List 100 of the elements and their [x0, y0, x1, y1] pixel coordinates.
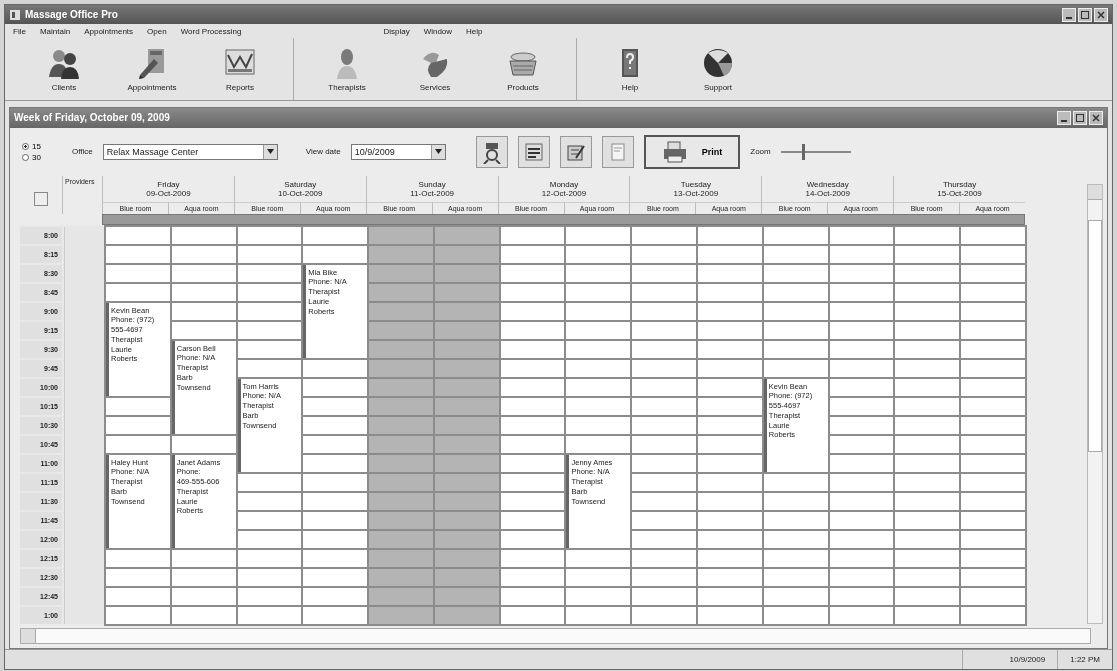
time-slot[interactable] — [303, 568, 368, 586]
time-slot[interactable] — [895, 340, 960, 358]
time-slot[interactable] — [698, 435, 762, 453]
time-slot[interactable] — [698, 473, 762, 491]
toolbar-button[interactable]: Clients — [29, 37, 99, 100]
time-slot[interactable] — [698, 302, 762, 320]
time-slot[interactable] — [829, 606, 894, 624]
toolbar-button[interactable]: Reports — [205, 37, 275, 100]
time-slot[interactable] — [106, 568, 170, 586]
time-slot[interactable] — [632, 530, 697, 548]
time-slot[interactable] — [237, 245, 302, 263]
time-slot[interactable] — [895, 568, 960, 586]
time-slot[interactable] — [566, 397, 631, 415]
time-slot[interactable] — [566, 587, 631, 605]
time-slot[interactable] — [237, 492, 302, 510]
time-slot[interactable] — [961, 606, 1025, 624]
time-slot[interactable] — [237, 283, 302, 301]
interval-radio[interactable]: 30 — [22, 152, 62, 162]
time-slot[interactable] — [829, 378, 894, 396]
time-slot[interactable] — [961, 359, 1025, 377]
time-slot[interactable] — [829, 511, 894, 529]
time-slot[interactable] — [961, 568, 1025, 586]
time-slot[interactable] — [237, 549, 302, 567]
time-slot[interactable] — [171, 283, 236, 301]
time-slot[interactable] — [632, 321, 697, 339]
time-slot[interactable] — [829, 568, 894, 586]
time-slot[interactable] — [763, 530, 828, 548]
time-slot[interactable] — [829, 587, 894, 605]
time-slot[interactable] — [237, 302, 302, 320]
time-slot[interactable] — [632, 568, 697, 586]
time-slot[interactable] — [698, 530, 762, 548]
time-slot[interactable] — [961, 530, 1025, 548]
time-slot[interactable] — [566, 264, 631, 282]
time-slot[interactable] — [895, 378, 960, 396]
menu-item[interactable]: Display — [381, 26, 412, 36]
time-slot[interactable] — [500, 302, 565, 320]
time-slot[interactable] — [763, 283, 828, 301]
time-slot[interactable] — [829, 321, 894, 339]
time-slot[interactable] — [961, 587, 1025, 605]
minimize-button[interactable] — [1057, 110, 1071, 125]
menu-item[interactable]: Word Processing — [178, 26, 244, 36]
time-slot[interactable] — [895, 245, 960, 263]
time-slot[interactable] — [961, 454, 1025, 472]
time-slot[interactable] — [303, 587, 368, 605]
time-slot[interactable] — [763, 511, 828, 529]
time-slot[interactable] — [303, 549, 368, 567]
time-slot[interactable] — [566, 321, 631, 339]
time-slot[interactable] — [500, 492, 565, 510]
sort-button[interactable] — [34, 191, 48, 206]
time-slot[interactable] — [961, 283, 1025, 301]
time-slot[interactable] — [829, 530, 894, 548]
time-slot[interactable] — [961, 492, 1025, 510]
time-slot[interactable] — [698, 397, 762, 415]
time-slot[interactable] — [171, 226, 236, 244]
time-slot[interactable] — [632, 416, 697, 434]
time-slot[interactable] — [698, 549, 762, 567]
time-slot[interactable] — [961, 321, 1025, 339]
time-slot[interactable] — [632, 283, 697, 301]
time-slot[interactable] — [500, 473, 565, 491]
time-slot[interactable] — [500, 226, 565, 244]
close-button[interactable] — [1089, 110, 1103, 125]
time-slot[interactable] — [698, 416, 762, 434]
time-slot[interactable] — [500, 397, 565, 415]
time-slot[interactable] — [895, 587, 960, 605]
time-slot[interactable] — [632, 264, 697, 282]
time-slot[interactable] — [237, 530, 302, 548]
time-slot[interactable] — [698, 587, 762, 605]
time-slot[interactable] — [763, 549, 828, 567]
time-slot[interactable] — [632, 549, 697, 567]
time-slot[interactable] — [632, 397, 697, 415]
time-slot[interactable] — [895, 264, 960, 282]
time-slot[interactable] — [895, 473, 960, 491]
time-slot[interactable] — [698, 378, 762, 396]
time-slot[interactable] — [698, 454, 762, 472]
time-slot[interactable] — [632, 378, 697, 396]
time-slot[interactable] — [500, 530, 565, 548]
time-slot[interactable] — [829, 454, 894, 472]
menu-item[interactable]: Appointments — [82, 26, 136, 36]
time-slot[interactable] — [698, 340, 762, 358]
time-slot[interactable] — [961, 340, 1025, 358]
minimize-button[interactable] — [1062, 7, 1076, 22]
menu-item[interactable]: Open — [145, 26, 169, 36]
time-slot[interactable] — [829, 359, 894, 377]
time-slot[interactable] — [698, 359, 762, 377]
maximize-button[interactable] — [1078, 7, 1092, 22]
time-slot[interactable] — [500, 264, 565, 282]
time-slot[interactable] — [961, 416, 1025, 434]
time-slot[interactable] — [829, 549, 894, 567]
time-slot[interactable] — [763, 321, 828, 339]
time-slot[interactable] — [829, 302, 894, 320]
time-slot[interactable] — [895, 435, 960, 453]
time-slot[interactable] — [961, 264, 1025, 282]
time-slot[interactable] — [106, 245, 170, 263]
time-slot[interactable] — [961, 397, 1025, 415]
time-slot[interactable] — [303, 397, 368, 415]
time-slot[interactable] — [961, 378, 1025, 396]
time-slot[interactable] — [303, 245, 368, 263]
time-slot[interactable] — [895, 302, 960, 320]
time-slot[interactable] — [632, 245, 697, 263]
time-slot[interactable] — [895, 416, 960, 434]
